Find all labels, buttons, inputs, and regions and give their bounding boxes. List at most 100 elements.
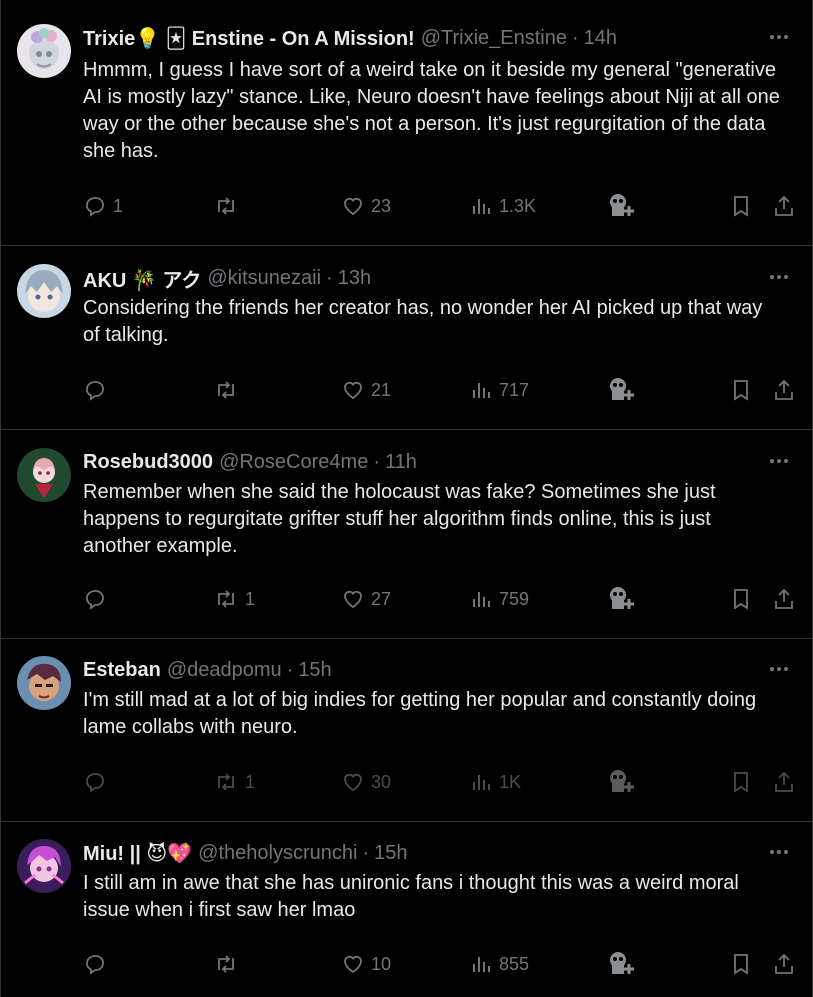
share-icon [773, 587, 795, 611]
user-handle[interactable]: @RoseCore4me [219, 451, 368, 474]
more-options-icon[interactable] [766, 24, 792, 50]
avatar[interactable] [17, 24, 71, 78]
display-name[interactable]: AKU 🎋 アク [83, 264, 201, 293]
share-button[interactable] [773, 584, 795, 614]
views-button[interactable]: 1K [471, 767, 521, 797]
bookmark-icon [731, 952, 751, 976]
share-button[interactable] [773, 191, 795, 221]
tweet[interactable]: Esteban @deadpomu · 15h I'm still mad at… [1, 639, 812, 822]
bookmark-button[interactable] [731, 375, 751, 405]
like-button[interactable]: 27 [341, 584, 391, 614]
reply-button[interactable] [83, 375, 113, 405]
views-icon [471, 770, 493, 794]
tweet[interactable]: Rosebud3000 @RoseCore4me · 11h Remember … [1, 430, 812, 639]
tweet[interactable]: Trixie💡 🃏 Enstine - On A Mission! @Trixi… [1, 0, 812, 246]
separator-dot: · [326, 266, 333, 289]
tweet-actions: 1 23 1.3K [83, 191, 798, 221]
timestamp[interactable]: 15h [374, 842, 407, 865]
user-handle[interactable]: @deadpomu [167, 659, 282, 682]
separator-dot: · [571, 26, 579, 49]
user-handle[interactable]: @theholyscrunchi [198, 842, 357, 865]
retweet-icon [213, 194, 239, 218]
views-button[interactable]: 855 [471, 949, 529, 979]
retweet-button[interactable]: 1 [213, 584, 255, 614]
like-button[interactable]: 23 [341, 191, 391, 221]
like-button[interactable]: 30 [341, 767, 391, 797]
retweet-button[interactable] [213, 191, 245, 221]
timestamp[interactable]: 11h [385, 451, 417, 474]
grok-icon [607, 585, 637, 613]
timestamp[interactable]: 14h [584, 27, 617, 50]
display-name[interactable]: Trixie💡 🃏 Enstine - On A Mission! [83, 26, 415, 51]
tweet-header: Rosebud3000 @RoseCore4me · 11h [83, 448, 792, 476]
like-icon [341, 770, 365, 794]
grok-button[interactable] [607, 191, 637, 221]
more-options-icon[interactable] [766, 448, 792, 474]
separator-dot: · [362, 841, 370, 864]
bookmark-button[interactable] [731, 767, 751, 797]
tweet-actions: 21 717 [83, 375, 798, 405]
timestamp[interactable]: 15h [298, 659, 331, 682]
like-count: 23 [371, 195, 392, 216]
views-icon [471, 587, 493, 611]
grok-button[interactable] [607, 584, 637, 614]
more-options-icon[interactable] [766, 264, 792, 290]
views-button[interactable]: 759 [471, 584, 529, 614]
like-icon [341, 194, 365, 218]
tweet-actions: 1 27 759 [83, 584, 798, 614]
retweet-button[interactable]: 1 [213, 767, 255, 797]
views-count: 1K [499, 771, 522, 792]
reply-icon [83, 378, 107, 402]
views-count: 1.3K [499, 195, 537, 216]
reply-button[interactable] [83, 767, 113, 797]
tweet[interactable]: Miu! || 😈💖 @theholyscrunchi · 15h I stil… [1, 822, 812, 997]
tweet-text: Remember when she said the holocaust was… [83, 481, 716, 557]
views-button[interactable]: 1.3K [471, 191, 536, 221]
more-options-icon[interactable] [766, 839, 792, 865]
share-icon [773, 952, 795, 976]
bookmark-icon [731, 378, 751, 402]
bookmark-icon [731, 770, 751, 794]
display-name[interactable]: Rosebud3000 [83, 451, 213, 474]
views-icon [471, 952, 493, 976]
views-icon [471, 194, 493, 218]
grok-button[interactable] [607, 375, 637, 405]
avatar[interactable] [17, 448, 71, 502]
avatar[interactable] [17, 656, 71, 710]
tweet[interactable]: AKU 🎋 アク @kitsunezaii · 13h Considering … [1, 246, 812, 430]
retweet-button[interactable] [213, 375, 245, 405]
timestamp[interactable]: 13h [338, 267, 371, 290]
user-handle[interactable]: @Trixie_Enstine [421, 27, 567, 50]
tweet-text: I still am in awe that she has unironic … [83, 872, 739, 921]
display-name[interactable]: Esteban [83, 659, 161, 682]
user-handle[interactable]: @kitsunezaii [207, 267, 321, 290]
views-count: 855 [499, 953, 530, 974]
grok-button[interactable] [607, 949, 637, 979]
like-icon [341, 587, 365, 611]
share-button[interactable] [773, 949, 795, 979]
tweet-text: Considering the friends her creator has,… [83, 297, 763, 346]
bookmark-button[interactable] [731, 191, 751, 221]
retweet-icon [213, 770, 239, 794]
like-button[interactable]: 10 [341, 949, 391, 979]
display-name[interactable]: Miu! || 😈💖 [83, 841, 192, 866]
reply-button[interactable]: 1 [83, 191, 123, 221]
reply-button[interactable] [83, 949, 113, 979]
tweet-text: I'm still mad at a lot of big indies for… [83, 689, 757, 738]
views-button[interactable]: 717 [471, 375, 529, 405]
retweet-button[interactable] [213, 949, 245, 979]
like-count: 27 [371, 588, 392, 609]
share-button[interactable] [773, 767, 795, 797]
avatar[interactable] [17, 839, 71, 893]
share-button[interactable] [773, 375, 795, 405]
avatar[interactable] [17, 264, 71, 318]
more-options-icon[interactable] [766, 656, 792, 682]
reply-icon [83, 952, 107, 976]
like-button[interactable]: 21 [341, 375, 391, 405]
grok-button[interactable] [607, 767, 637, 797]
tweet-header: AKU 🎋 アク @kitsunezaii · 13h [83, 264, 792, 292]
reply-button[interactable] [83, 584, 113, 614]
like-count: 21 [371, 379, 392, 400]
bookmark-button[interactable] [731, 584, 751, 614]
bookmark-button[interactable] [731, 949, 751, 979]
